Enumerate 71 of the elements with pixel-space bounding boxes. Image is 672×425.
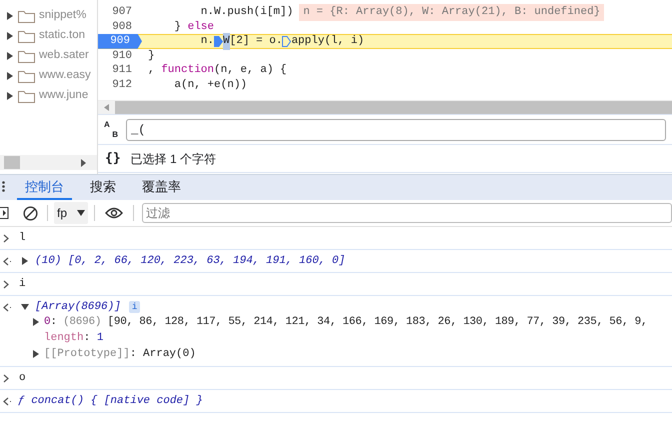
code-keyword: function — [161, 63, 214, 78]
folder-name[interactable]: www.easy — [39, 67, 91, 85]
eye-icon[interactable] — [105, 207, 124, 219]
horizontal-scrollbar[interactable] — [98, 100, 672, 114]
expand-arrow-icon[interactable] — [21, 257, 29, 265]
horizontal-scrollbar[interactable] — [0, 155, 97, 170]
caret-icon — [77, 210, 86, 216]
line-number: 910 — [112, 48, 132, 64]
result-text: (10) [0, 2, 66, 120, 223, 63, 194, 191, 160, 0] — [35, 254, 346, 269]
scroll-arrow-icon[interactable] — [81, 158, 87, 166]
code-text: , — [148, 63, 156, 78]
input-prompt-icon — [3, 374, 10, 382]
code-text: } — [148, 48, 155, 64]
property-row-text: length: 1 — [44, 330, 104, 346]
code-text: n.W.push(i[m]) — [200, 5, 294, 20]
match-case-icon[interactable]: A B — [104, 120, 118, 138]
breakpoint-marker[interactable]: 909 — [98, 34, 142, 49]
folder-icon — [18, 10, 35, 22]
property-row-text: [[Prototype]]: Array(0) — [44, 346, 196, 362]
folder-name[interactable]: web.sater — [39, 47, 89, 65]
inline-value: n = {R: Array(8), W: Array(21), B: undefined} — [299, 4, 604, 20]
code-text: [2] = o. — [230, 34, 282, 49]
folder-name[interactable]: static.ton — [39, 27, 86, 45]
line-number: 908 — [112, 20, 132, 34]
code-text: } — [173, 20, 182, 34]
expand-arrow-icon[interactable] — [6, 12, 14, 20]
folder-name[interactable]: www.june — [39, 87, 88, 105]
scrollbar-thumb[interactable] — [4, 156, 20, 169]
panel-tab[interactable]: 搜索 — [82, 176, 124, 200]
command-text: l — [19, 230, 26, 246]
line-number: 907 — [112, 5, 132, 20]
input-prompt-icon — [3, 280, 10, 288]
context-dropdown[interactable]: fp — [54, 202, 88, 224]
filter-field[interactable]: 过滤 — [142, 203, 672, 223]
result-text: ƒ concat() { [native code] } — [18, 394, 203, 409]
search-field[interactable]: _( — [126, 118, 666, 140]
pretty-print-icon[interactable]: {} — [105, 148, 121, 168]
expand-arrow-icon[interactable] — [21, 303, 29, 311]
code-text: apply(l, i) — [291, 34, 364, 49]
command-text: i — [19, 276, 26, 292]
code-text: a(n, +e(n)) — [173, 78, 248, 92]
selected-text: W — [223, 33, 230, 50]
command-text: o — [19, 370, 26, 386]
folder-icon — [18, 70, 35, 82]
inline-breakpoint-icon[interactable] — [282, 36, 292, 47]
expand-arrow-icon[interactable] — [6, 52, 14, 60]
input-prompt-icon — [3, 234, 10, 242]
expand-arrow-icon[interactable] — [6, 72, 14, 80]
expand-arrow-icon[interactable] — [6, 32, 14, 40]
sidebar-toggle-icon[interactable] — [0, 207, 9, 219]
info-badge[interactable]: i — [128, 301, 140, 313]
line-number: 912 — [112, 78, 132, 92]
code-text: (n, e, a) { — [214, 63, 287, 78]
result-text: [Array(8696)] — [35, 300, 121, 315]
folder-icon — [18, 30, 35, 42]
panel-tab[interactable]: 控制台 — [17, 176, 72, 200]
inline-breakpoint-icon[interactable] — [214, 36, 224, 47]
line-number: 911 — [112, 63, 132, 78]
more-options-icon[interactable] — [2, 181, 5, 192]
code-text: n. — [200, 34, 214, 49]
expand-arrow-icon[interactable] — [32, 350, 40, 358]
code-keyword: else — [188, 20, 214, 34]
folder-icon — [18, 50, 35, 62]
expand-arrow-icon[interactable] — [6, 92, 14, 100]
folder-icon — [18, 90, 35, 102]
expand-arrow-icon[interactable] — [32, 318, 40, 326]
selection-status: 已选择 1 个字符 — [130, 150, 216, 168]
folder-name[interactable]: snippet% — [39, 7, 86, 25]
panel-tab[interactable]: 覆盖率 — [134, 176, 189, 200]
clear-icon[interactable] — [23, 206, 38, 220]
property-row-text: 0: (8696) [90, 86, 128, 117, 55, 214, 121, 34, 166, 169, 183, 26, 130, 189, 77, 39, 235, 56, 9, — [44, 314, 648, 330]
